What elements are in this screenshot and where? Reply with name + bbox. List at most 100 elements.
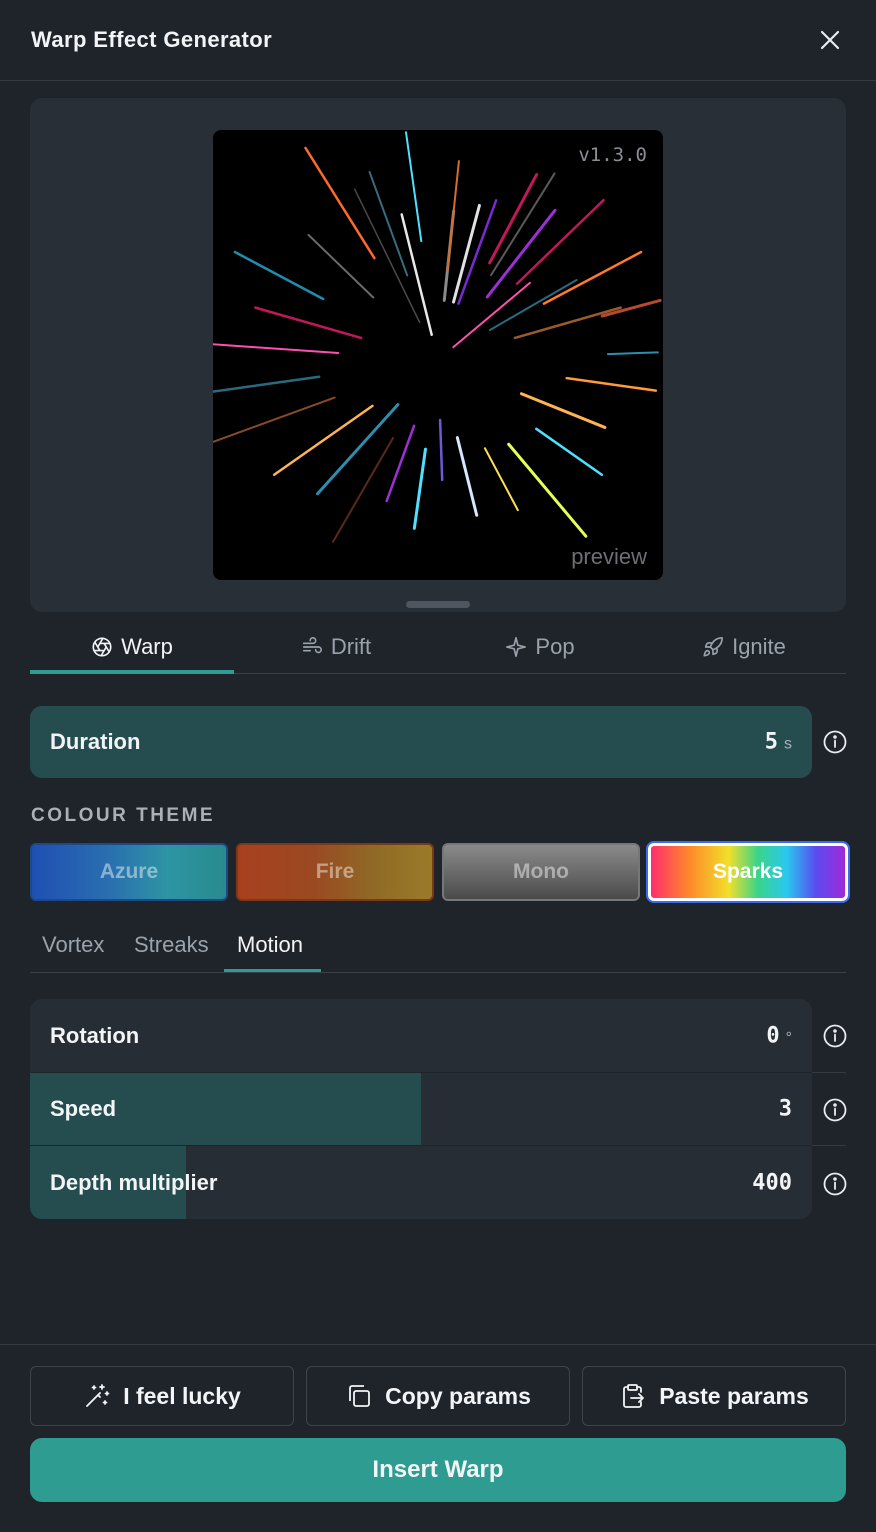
warp-streak bbox=[606, 351, 659, 356]
depth-label: Depth multiplier bbox=[50, 1169, 218, 1195]
info-icon bbox=[823, 1024, 847, 1048]
dialog-title: Warp Effect Generator bbox=[31, 27, 273, 52]
paste-params-button[interactable]: Paste params bbox=[582, 1366, 846, 1426]
warp-streak bbox=[385, 424, 416, 503]
warp-streak bbox=[519, 392, 607, 429]
rotation-value: 0 ° bbox=[766, 1023, 792, 1048]
warp-streak bbox=[565, 376, 658, 392]
tab-pop[interactable]: Pop bbox=[438, 620, 642, 673]
sparkle-icon bbox=[506, 636, 527, 657]
warp-streak bbox=[404, 131, 423, 243]
colour-theme-heading: COLOUR THEME bbox=[31, 805, 216, 826]
rotation-info-button[interactable] bbox=[822, 1023, 848, 1049]
speed-value: 3 bbox=[779, 1097, 792, 1122]
depth-info-button[interactable] bbox=[822, 1171, 848, 1197]
row-divider bbox=[30, 1145, 846, 1146]
active-subtab-indicator bbox=[224, 969, 321, 972]
feel-lucky-label: I feel lucky bbox=[123, 1382, 241, 1409]
theme-mono[interactable]: Mono bbox=[442, 843, 640, 901]
clipboard-paste-icon bbox=[623, 1384, 645, 1408]
copy-icon bbox=[349, 1385, 371, 1407]
warp-streak bbox=[513, 306, 622, 340]
subtab-vortex[interactable]: Vortex bbox=[42, 932, 104, 958]
speed-slider[interactable]: Speed 3 bbox=[30, 1073, 812, 1145]
tab-warp[interactable]: Warp bbox=[30, 620, 234, 674]
close-button[interactable] bbox=[814, 24, 846, 56]
info-icon bbox=[823, 1172, 847, 1196]
warp-streak bbox=[332, 436, 394, 543]
rotation-unit: ° bbox=[785, 1029, 792, 1046]
warp-starfield bbox=[213, 131, 662, 543]
resize-handle[interactable] bbox=[406, 601, 470, 608]
warp-preview-canvas: v1.3.0 preview bbox=[213, 130, 663, 580]
warp-streak bbox=[213, 343, 340, 355]
rotation-number: 0 bbox=[766, 1023, 780, 1048]
speed-label: Speed bbox=[50, 1096, 117, 1121]
tab-label: Warp bbox=[121, 633, 173, 659]
duration-label: Duration bbox=[50, 729, 141, 754]
tab-label: Drift bbox=[330, 633, 372, 659]
wind-icon bbox=[302, 636, 322, 653]
preview-label: preview bbox=[571, 544, 647, 569]
warp-streak bbox=[535, 427, 604, 476]
subtab-streaks[interactable]: Streaks bbox=[134, 932, 209, 958]
magic-wand-icon bbox=[86, 1384, 110, 1407]
copy-params-label: Copy params bbox=[385, 1382, 531, 1409]
insert-warp-button[interactable]: Insert Warp bbox=[30, 1438, 846, 1502]
depth-number: 400 bbox=[752, 1170, 792, 1195]
theme-sparks[interactable]: Sparks bbox=[648, 843, 848, 901]
warp-streak bbox=[254, 306, 363, 340]
depth-slider[interactable]: Depth multiplier 400 bbox=[30, 1146, 812, 1219]
info-icon bbox=[823, 1098, 847, 1122]
row-divider bbox=[812, 1072, 846, 1073]
duration-info-button[interactable] bbox=[822, 729, 848, 755]
settings-subtabs: Vortex Streaks Motion bbox=[30, 920, 846, 973]
effect-tabs: Warp Drift Pop Ignite bbox=[30, 620, 846, 674]
dialog-header: Warp Effect Generator bbox=[0, 0, 876, 81]
tab-label: Pop bbox=[535, 633, 575, 659]
duration-value: 5 s bbox=[765, 730, 792, 755]
warp-streak bbox=[600, 298, 662, 318]
footer-divider bbox=[0, 1344, 876, 1345]
rocket-icon bbox=[703, 636, 724, 657]
tab-drift[interactable]: Drift bbox=[234, 620, 438, 673]
warp-streak bbox=[483, 447, 519, 512]
duration-number: 5 bbox=[764, 729, 778, 755]
warp-streak bbox=[488, 173, 539, 265]
tab-label: Ignite bbox=[732, 633, 786, 659]
feel-lucky-button[interactable]: I feel lucky bbox=[30, 1366, 294, 1426]
speed-number: 3 bbox=[778, 1096, 792, 1122]
duration-fill bbox=[30, 706, 812, 778]
close-icon bbox=[820, 30, 840, 50]
motion-settings: Rotation 0 ° Speed 3 Depth multiplier 40… bbox=[30, 999, 846, 1219]
depth-value: 400 bbox=[752, 1170, 792, 1195]
warp-streak bbox=[307, 233, 375, 299]
duration-unit: s bbox=[784, 735, 792, 753]
theme-fire[interactable]: Fire bbox=[236, 843, 434, 901]
tab-ignite[interactable]: Ignite bbox=[642, 620, 846, 673]
version-label: v1.3.0 bbox=[578, 144, 647, 166]
motion-slider-group: Rotation 0 ° Speed 3 Depth multiplier 40… bbox=[30, 999, 812, 1219]
duration-slider[interactable]: Duration 5 s bbox=[30, 706, 812, 778]
theme-azure[interactable]: Azure bbox=[30, 843, 228, 901]
warp-streak bbox=[412, 447, 427, 530]
rotation-label: Rotation bbox=[50, 1022, 140, 1048]
action-buttons: I feel lucky Copy params Paste params bbox=[30, 1366, 846, 1426]
aperture-icon bbox=[92, 636, 112, 657]
warp-streak bbox=[455, 436, 479, 517]
rotation-slider[interactable]: Rotation 0 ° bbox=[30, 999, 812, 1072]
row-divider bbox=[30, 1072, 846, 1073]
warp-streak bbox=[485, 208, 557, 299]
row-divider bbox=[812, 1145, 846, 1146]
copy-params-button[interactable]: Copy params bbox=[306, 1366, 570, 1426]
warp-streak bbox=[438, 418, 444, 482]
warp-streak bbox=[213, 375, 321, 393]
warp-streak bbox=[213, 396, 336, 443]
info-icon bbox=[823, 730, 847, 754]
warp-streak bbox=[353, 188, 421, 324]
subtab-motion[interactable]: Motion bbox=[237, 932, 303, 958]
warp-streak bbox=[233, 250, 325, 301]
preview-panel: v1.3.0 preview bbox=[30, 98, 846, 612]
colour-theme-options: Azure Fire Mono Sparks bbox=[30, 843, 848, 901]
speed-info-button[interactable] bbox=[822, 1097, 848, 1123]
